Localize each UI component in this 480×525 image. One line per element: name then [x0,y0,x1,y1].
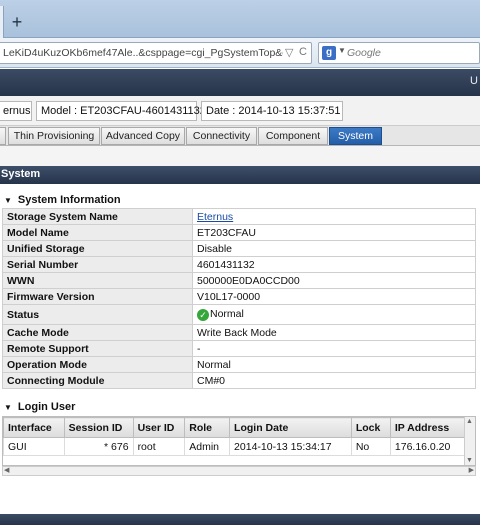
table-row: Firmware Version V10L17-0000 [2,288,476,305]
cell-login-date: 2014-10-13 15:34:17 [229,437,352,456]
table-row: Unified Storage Disable [2,240,476,257]
tab-partial[interactable] [0,127,6,145]
url-bar[interactable]: LeKiD4uKuzOKb6mef47Ale..&csppage=cgi_PgS… [0,42,312,64]
cell-role: Admin [184,437,231,456]
cell-user-id: root [132,437,186,456]
scroll-down-icon[interactable]: ▼ [466,457,473,464]
login-user-table: Interface Session ID User ID Role Login … [3,417,466,456]
table-row: Status ✓ Normal [2,304,476,325]
column-header[interactable]: IP Address [389,417,466,438]
row-value: 500000E0DA0CCD00 [192,272,476,289]
table-row: Remote Support - [2,340,476,357]
row-key: Connecting Module [2,372,193,389]
main-menu: Thin Provisioning Advanced Copy Connecti… [0,126,480,146]
storage-name-link[interactable]: Eternus [197,211,233,223]
cell-ip-address: 176.16.0.20 [389,437,466,456]
info-bar: ernus Model : ET203CFAU-4601431132 Date … [0,96,480,126]
row-value: Write Back Mode [192,324,476,341]
tab-connectivity[interactable]: Connectivity [186,127,257,145]
browser-tabbar: + [0,0,480,38]
tab-advanced-copy[interactable]: Advanced Copy [101,127,185,145]
horizontal-scrollbar[interactable]: ◀ ▶ [2,466,476,476]
cell-interface: GUI [3,437,65,456]
search-bar[interactable]: g ▼ Google [318,42,480,64]
row-value: Normal [192,356,476,373]
scroll-left-icon[interactable]: ◀ [4,466,9,474]
row-key: Remote Support [2,340,193,357]
row-value: V10L17-0000 [192,288,476,305]
table-row: Connecting Module CM#0 [2,372,476,389]
scroll-up-icon[interactable]: ▲ [466,418,473,425]
row-key: Cache Mode [2,324,193,341]
column-header[interactable]: Lock [350,417,391,438]
cell-lock: No [350,437,391,456]
row-value: CM#0 [192,372,476,389]
system-info-heading: System Information [17,194,121,206]
model-box: Model : ET203CFAU-4601431132 [36,101,206,121]
row-key: Model Name [2,224,193,241]
status-ok-icon: ✓ [197,309,209,321]
table-row: WWN 500000E0DA0CCD00 [2,272,476,289]
collapse-triangle-icon[interactable]: ▼ [4,403,12,412]
vertical-scrollbar[interactable]: ▲ ▼ [464,417,475,465]
column-header[interactable]: Role [184,417,231,438]
table-row: Model Name ET203CFAU [2,224,476,241]
status-value: Normal [210,308,244,320]
row-key: Status [2,304,193,325]
tab-system[interactable]: System [329,127,382,145]
tab-thin-provisioning[interactable]: Thin Provisioning [8,127,100,145]
url-dropdown-icon[interactable]: ▽ [285,46,293,59]
system-info-header[interactable]: ▼ System Information [0,194,480,208]
row-key: Firmware Version [2,288,193,305]
login-user-header[interactable]: ▼ Login User [0,401,480,415]
cell-session-id: * 676 [63,437,134,456]
sub-menu-bar [0,146,480,166]
row-key: Storage System Name [2,208,193,225]
browser-tab[interactable] [0,6,4,38]
column-header[interactable]: Interface [3,417,65,438]
column-header[interactable]: User ID [132,417,186,438]
system-name-box: ernus [0,101,32,121]
row-value: ET203CFAU [192,224,476,241]
table-row: Storage System Name Eternus [2,208,476,225]
url-text[interactable]: LeKiD4uKuzOKb6mef47Ale..&csppage=cgi_PgS… [3,47,283,59]
search-input[interactable]: Google [347,47,381,59]
table-row[interactable]: GUI * 676 root Admin 2014-10-13 15:34:17… [3,437,466,456]
app-header: U [0,69,480,96]
row-value: - [192,340,476,357]
tab-component[interactable]: Component [258,127,328,145]
row-key: Unified Storage [2,240,193,257]
browser-navbar: LeKiD4uKuzOKb6mef47Ale..&csppage=cgi_PgS… [0,38,480,68]
login-user-heading: Login User [17,401,76,413]
column-header[interactable]: Session ID [63,417,134,438]
user-menu[interactable]: U [470,75,478,87]
google-icon[interactable]: g [322,46,336,60]
row-key: Operation Mode [2,356,193,373]
system-info-table: Storage System Name Eternus Model Name ET2… [2,208,476,389]
column-header[interactable]: Login Date [229,417,352,438]
date-box: Date : 2014-10-13 15:37:51 [201,101,343,121]
table-header-row: Interface Session ID User ID Role Login … [3,417,466,438]
table-row: Operation Mode Normal [2,356,476,373]
row-key: WWN [2,272,193,289]
login-user-table-container: Interface Session ID User ID Role Login … [2,416,476,466]
row-key: Serial Number [2,256,193,273]
row-value: 4601431132 [192,256,476,273]
table-row: Cache Mode Write Back Mode [2,324,476,341]
table-row: Serial Number 4601431132 [2,256,476,273]
reload-icon[interactable]: C [299,46,307,58]
collapse-triangle-icon[interactable]: ▼ [4,196,12,205]
new-tab-icon[interactable]: + [6,12,28,34]
row-value: Disable [192,240,476,257]
app-footer [0,514,480,525]
scroll-right-icon[interactable]: ▶ [469,466,474,474]
section-title: System [0,166,480,184]
chevron-down-icon[interactable]: ▼ [338,46,346,55]
